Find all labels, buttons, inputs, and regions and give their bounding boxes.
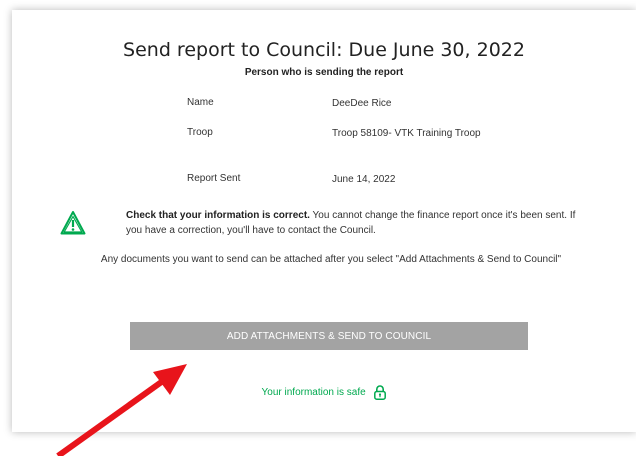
warning-triangle-icon	[60, 211, 86, 235]
lock-icon	[374, 385, 387, 400]
add-attachments-send-button[interactable]: ADD ATTACHMENTS & SEND TO COUNCIL	[130, 322, 528, 350]
warning-message: Check that your information is correct. …	[126, 208, 576, 238]
name-value: DeeDee Rice	[332, 98, 392, 109]
troop-value: Troop 58109- VTK Training Troop	[332, 128, 481, 139]
report-sent-label: Report Sent	[187, 173, 241, 184]
warning-bold-text: Check that your information is correct.	[126, 210, 310, 221]
safe-note-text: Your information is safe	[261, 387, 366, 399]
page-title: Send report to Council: Due June 30, 202…	[123, 39, 525, 61]
troop-label: Troop	[187, 127, 213, 138]
name-label: Name	[187, 97, 214, 108]
safe-note: Your information is safe	[12, 385, 636, 400]
attachments-note: Any documents you want to send can be at…	[100, 254, 562, 265]
send-report-card: Send report to Council: Due June 30, 202…	[12, 10, 636, 432]
report-sent-value: June 14, 2022	[332, 174, 396, 185]
page-subtitle: Person who is sending the report	[244, 67, 404, 78]
